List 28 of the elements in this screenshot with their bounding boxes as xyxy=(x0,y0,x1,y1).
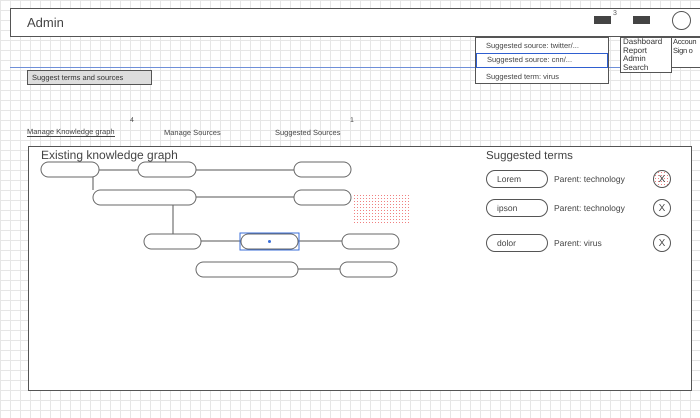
graph-node[interactable] xyxy=(92,190,196,206)
graph-node[interactable] xyxy=(340,262,398,278)
graph-node[interactable] xyxy=(144,234,202,250)
graph-node[interactable] xyxy=(240,232,300,250)
graph-node[interactable] xyxy=(294,190,352,206)
section-title: Suggested terms xyxy=(486,150,573,162)
graph-edge xyxy=(298,240,342,242)
graph-edge xyxy=(92,176,94,190)
menu-item[interactable]: Admin xyxy=(623,55,671,64)
term-pill: dolor xyxy=(486,234,548,252)
term-pill: Lorem xyxy=(486,170,548,188)
menu-item[interactable]: Search xyxy=(623,64,671,72)
graph-node[interactable] xyxy=(40,162,100,178)
graph-edge xyxy=(172,204,174,234)
app-title: Admin xyxy=(27,15,64,30)
menu-item[interactable]: Dashboard xyxy=(623,38,671,46)
panel-title: Existing knowledge graph xyxy=(41,148,178,162)
menu-item[interactable]: Report xyxy=(623,46,671,55)
graph-node[interactable] xyxy=(294,162,352,178)
parent-label: Parent: technology xyxy=(554,203,625,213)
graph-node[interactable] xyxy=(138,162,196,178)
term-pill: ipson xyxy=(486,199,548,217)
graph-node[interactable] xyxy=(342,234,400,250)
graph-edge xyxy=(298,268,340,270)
graph-edge xyxy=(200,240,242,242)
parent-label: Parent: technology xyxy=(554,174,625,184)
parent-label: Parent: virus xyxy=(554,238,602,248)
graph-node[interactable] xyxy=(196,262,298,278)
